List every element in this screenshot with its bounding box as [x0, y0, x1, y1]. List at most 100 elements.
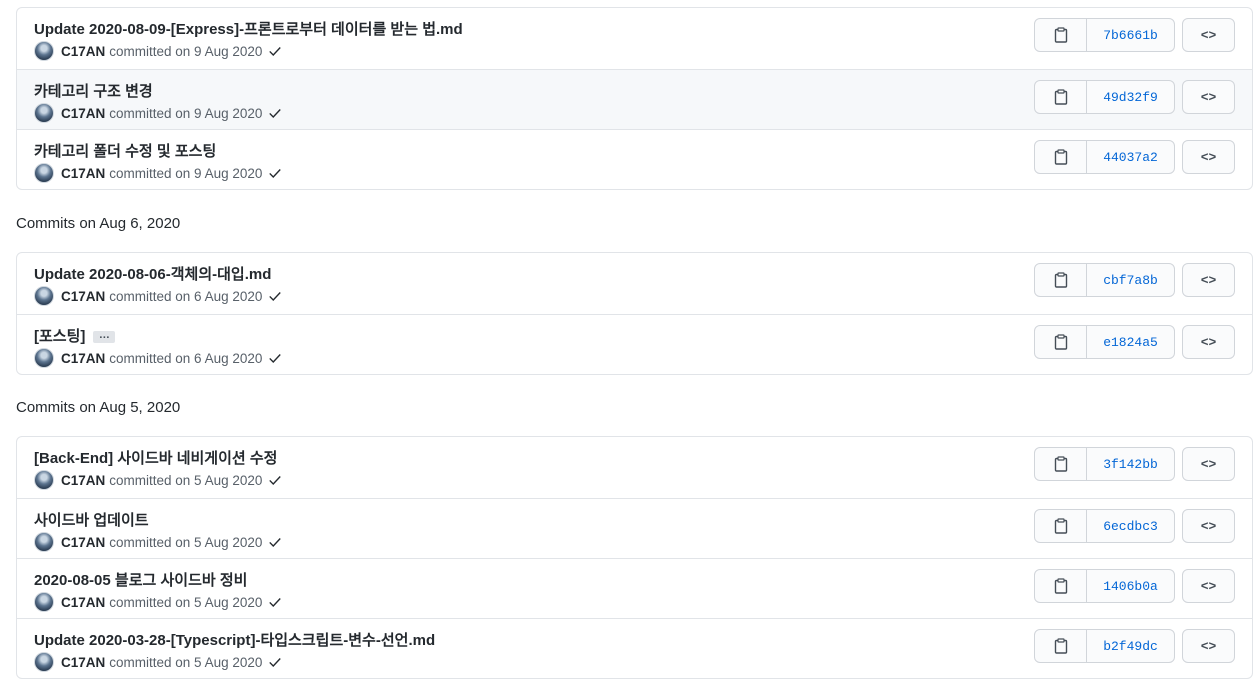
commit-message-link[interactable]: Update 2020-03-28-[Typescript]-타입스크립트-변수…: [34, 629, 435, 650]
commit-row: Update 2020-08-06-객체의-대입.md C17AN commit…: [17, 253, 1252, 314]
commit-message-link[interactable]: [Back-End] 사이드바 네비게이션 수정: [34, 447, 277, 468]
commit-meta: C17AN committed on 5 Aug 2020: [34, 652, 282, 672]
author-link[interactable]: C17AN: [61, 351, 105, 366]
commit-sha-link[interactable]: 1406b0a: [1087, 570, 1174, 602]
author-link[interactable]: C17AN: [61, 655, 105, 670]
browse-repo-button[interactable]: <>: [1182, 509, 1235, 543]
sha-button-group: 6ecdbc3: [1034, 509, 1175, 543]
sha-button-group: 7b6661b: [1034, 18, 1175, 52]
avatar[interactable]: [34, 163, 54, 183]
avatar[interactable]: [34, 532, 54, 552]
avatar[interactable]: [34, 652, 54, 672]
commit-sha-link[interactable]: 7b6661b: [1087, 19, 1174, 51]
copy-sha-button[interactable]: [1035, 326, 1087, 358]
commit-meta: C17AN committed on 9 Aug 2020: [34, 103, 282, 123]
commit-date: committed on 6 Aug 2020: [109, 288, 263, 304]
commit-message-link[interactable]: 카테고리 폴더 수정 및 포스팅: [34, 140, 216, 161]
browse-repo-button[interactable]: <>: [1182, 80, 1235, 114]
check-icon[interactable]: [268, 289, 282, 303]
avatar[interactable]: [34, 103, 54, 123]
commit-date: committed on 9 Aug 2020: [109, 43, 263, 59]
avatar[interactable]: [34, 470, 54, 490]
commit-group: [Back-End] 사이드바 네비게이션 수정 C17AN committed…: [16, 436, 1253, 679]
copy-sha-button[interactable]: [1035, 630, 1087, 662]
author-link[interactable]: C17AN: [61, 535, 105, 550]
clipboard-icon: [1054, 149, 1067, 165]
commit-sha-link[interactable]: cbf7a8b: [1087, 264, 1174, 296]
avatar[interactable]: [34, 286, 54, 306]
commit-meta: C17AN committed on 5 Aug 2020: [34, 592, 282, 612]
author-link[interactable]: C17AN: [61, 473, 105, 488]
author-link[interactable]: C17AN: [61, 106, 105, 121]
commit-row: [포스팅] … C17AN committed on 6 Aug 2020 e18…: [17, 314, 1252, 374]
check-icon[interactable]: [268, 166, 282, 180]
commit-sha-link[interactable]: 49d32f9: [1087, 81, 1174, 113]
browse-repo-button[interactable]: <>: [1182, 569, 1235, 603]
check-icon[interactable]: [268, 535, 282, 549]
commit-meta: C17AN committed on 6 Aug 2020: [34, 286, 282, 306]
check-icon[interactable]: [268, 351, 282, 365]
browse-repo-button[interactable]: <>: [1182, 629, 1235, 663]
commit-row: Update 2020-03-28-[Typescript]-타입스크립트-변수…: [17, 618, 1252, 678]
author-link[interactable]: C17AN: [61, 289, 105, 304]
copy-sha-button[interactable]: [1035, 448, 1087, 480]
sha-button-group: b2f49dc: [1034, 629, 1175, 663]
copy-sha-button[interactable]: [1035, 570, 1087, 602]
sha-button-group: cbf7a8b: [1034, 263, 1175, 297]
check-icon[interactable]: [268, 106, 282, 120]
browse-repo-button[interactable]: <>: [1182, 263, 1235, 297]
avatar[interactable]: [34, 41, 54, 61]
commit-meta: C17AN committed on 5 Aug 2020: [34, 532, 282, 552]
browse-repo-button[interactable]: <>: [1182, 325, 1235, 359]
commit-row: 카테고리 구조 변경 C17AN committed on 9 Aug 2020…: [17, 69, 1252, 129]
commit-sha-link[interactable]: 44037a2: [1087, 141, 1174, 173]
commit-row: [Back-End] 사이드바 네비게이션 수정 C17AN committed…: [17, 437, 1252, 498]
copy-sha-button[interactable]: [1035, 141, 1087, 173]
commit-sha-link[interactable]: b2f49dc: [1087, 630, 1174, 662]
check-icon[interactable]: [268, 44, 282, 58]
check-icon[interactable]: [268, 595, 282, 609]
commit-meta: C17AN committed on 9 Aug 2020: [34, 163, 282, 183]
commit-message-link[interactable]: [포스팅] …: [34, 325, 116, 346]
copy-sha-button[interactable]: [1035, 19, 1087, 51]
commit-meta: C17AN committed on 5 Aug 2020: [34, 470, 282, 490]
commit-sha-link[interactable]: 6ecdbc3: [1087, 510, 1174, 542]
code-icon: <>: [1200, 89, 1217, 105]
commit-meta: C17AN committed on 9 Aug 2020: [34, 41, 282, 61]
browse-repo-button[interactable]: <>: [1182, 140, 1235, 174]
expand-message-button[interactable]: …: [93, 330, 116, 344]
clipboard-icon: [1054, 334, 1067, 350]
commit-sha-link[interactable]: 3f142bb: [1087, 448, 1174, 480]
clipboard-icon: [1054, 89, 1067, 105]
commit-row: Update 2020-08-09-[Express]-프론트로부터 데이터를 …: [17, 8, 1252, 69]
commit-group: Update 2020-08-09-[Express]-프론트로부터 데이터를 …: [16, 7, 1253, 190]
commit-row: 2020-08-05 블로그 사이드바 정비 C17AN committed o…: [17, 558, 1252, 618]
code-icon: <>: [1200, 518, 1217, 534]
code-icon: <>: [1200, 27, 1217, 43]
copy-sha-button[interactable]: [1035, 81, 1087, 113]
check-icon[interactable]: [268, 655, 282, 669]
author-link[interactable]: C17AN: [61, 166, 105, 181]
commit-group: Update 2020-08-06-객체의-대입.md C17AN commit…: [16, 252, 1253, 375]
check-icon[interactable]: [268, 473, 282, 487]
avatar[interactable]: [34, 592, 54, 612]
copy-sha-button[interactable]: [1035, 264, 1087, 296]
commit-message-link[interactable]: 카테고리 구조 변경: [34, 80, 153, 101]
commit-sha-link[interactable]: e1824a5: [1087, 326, 1174, 358]
copy-sha-button[interactable]: [1035, 510, 1087, 542]
commit-message-link[interactable]: 사이드바 업데이트: [34, 509, 149, 530]
commit-date: committed on 6 Aug 2020: [109, 350, 263, 366]
browse-repo-button[interactable]: <>: [1182, 18, 1235, 52]
avatar[interactable]: [34, 348, 54, 368]
commit-message-link[interactable]: 2020-08-05 블로그 사이드바 정비: [34, 569, 247, 590]
commit-message-text[interactable]: [포스팅]: [34, 328, 85, 345]
author-link[interactable]: C17AN: [61, 44, 105, 59]
group-date-heading: Commits on Aug 6, 2020: [16, 215, 181, 232]
commit-message-link[interactable]: Update 2020-08-06-객체의-대입.md: [34, 263, 271, 284]
sha-button-group: 1406b0a: [1034, 569, 1175, 603]
sha-button-group: 49d32f9: [1034, 80, 1175, 114]
commit-message-link[interactable]: Update 2020-08-09-[Express]-프론트로부터 데이터를 …: [34, 18, 463, 39]
author-link[interactable]: C17AN: [61, 595, 105, 610]
commit-row: 사이드바 업데이트 C17AN committed on 5 Aug 2020 …: [17, 498, 1252, 558]
browse-repo-button[interactable]: <>: [1182, 447, 1235, 481]
